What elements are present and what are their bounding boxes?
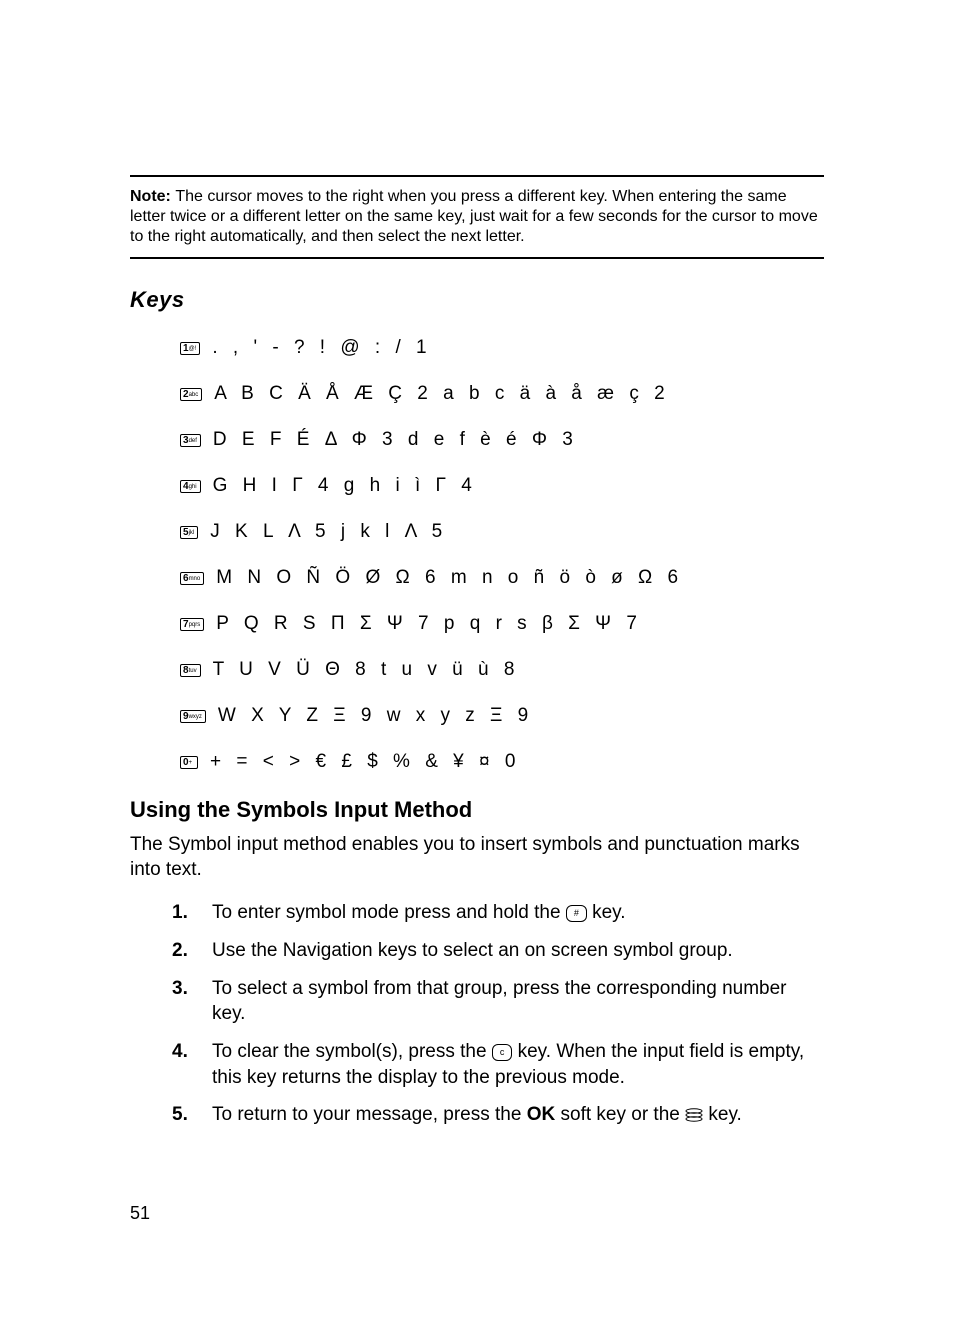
key-characters: . , ' - ? ! @ : / 1	[212, 337, 431, 359]
step-text: key.	[587, 902, 626, 923]
symbols-intro: The Symbol input method enables you to i…	[130, 833, 824, 882]
step-5: To return to your message, press the OK …	[172, 1102, 824, 1130]
keycap-icon: 8tuv	[180, 664, 201, 677]
key-row: 7pqrs P Q R S Π Σ Ψ 7 p q r s β Σ Ψ 7	[180, 613, 824, 635]
keys-heading: Keys	[130, 287, 824, 313]
step-3: To select a symbol from that group, pres…	[172, 976, 824, 1027]
keycap-icon: 1@!	[180, 342, 200, 355]
key-characters: M N O Ñ Ö Ø Ω 6 m n o ñ ö ò ø Ω 6	[216, 567, 683, 589]
key-characters: J K L Λ 5 j k l Λ 5	[210, 521, 447, 543]
keycap-icon: 0+	[180, 756, 198, 769]
note-block: Note: The cursor moves to the right when…	[130, 175, 824, 259]
page-number: 51	[130, 1203, 150, 1224]
keys-list: 1@! . , ' - ? ! @ : / 1 2abc A B C Ä Å Æ Ç …	[180, 337, 824, 773]
key-row: 5jkl J K L Λ 5 j k l Λ 5	[180, 521, 824, 543]
symbols-heading: Using the Symbols Input Method	[130, 797, 824, 823]
key-characters: W X Y Z Ξ 9 w x y z Ξ 9	[218, 705, 533, 727]
step-text: To return to your message, press the	[212, 1104, 527, 1125]
step-2: Use the Navigation keys to select an on …	[172, 938, 824, 964]
keycap-icon: 5jkl	[180, 526, 198, 539]
key-row: 1@! . , ' - ? ! @ : / 1	[180, 337, 824, 359]
step-1: To enter symbol mode press and hold the …	[172, 900, 824, 926]
key-characters: D E F É Δ Φ 3 d e f è é Φ 3	[213, 429, 578, 451]
step-text: soft key or the	[555, 1104, 685, 1125]
note-content: Note: The cursor moves to the right when…	[130, 187, 824, 247]
key-row: 2abc A B C Ä Å Æ Ç 2 a b c ä à å æ ç 2	[180, 383, 824, 405]
key-row: 6mno M N O Ñ Ö Ø Ω 6 m n o ñ ö ò ø Ω 6	[180, 567, 824, 589]
note-text: The cursor moves to the right when you p…	[130, 188, 818, 245]
menu-key-icon	[685, 1104, 703, 1130]
keycap-icon: 4ghi	[180, 480, 201, 493]
step-text: Use the Navigation keys to select an on …	[212, 940, 733, 961]
ok-softkey-label: OK	[527, 1104, 556, 1125]
key-characters: G H I Γ 4 g h i ì Γ 4	[213, 475, 477, 497]
key-row: 0+ + = < > € £ $ % & ¥ ¤ 0	[180, 751, 824, 773]
steps-list: To enter symbol mode press and hold the …	[172, 900, 824, 1129]
key-row: 4ghi G H I Γ 4 g h i ì Γ 4	[180, 475, 824, 497]
key-characters: T U V Ü Θ 8 t u v ü ù 8	[213, 659, 520, 681]
keycap-icon: 9wxyz	[180, 710, 206, 723]
step-text: To select a symbol from that group, pres…	[212, 978, 787, 1025]
key-characters: A B C Ä Å Æ Ç 2 a b c ä à å æ ç 2	[214, 383, 669, 405]
key-row: 8tuv T U V Ü Θ 8 t u v ü ù 8	[180, 659, 824, 681]
key-characters: P Q R S Π Σ Ψ 7 p q r s β Σ Ψ 7	[216, 613, 642, 635]
keycap-icon: 7pqrs	[180, 618, 204, 631]
step-text: To enter symbol mode press and hold the	[212, 902, 566, 923]
note-label: Note:	[130, 188, 171, 205]
keycap-icon: 3def	[180, 434, 201, 447]
step-text: To clear the symbol(s), press the	[212, 1041, 492, 1062]
step-text: key.	[703, 1104, 742, 1125]
keycap-icon: 2abc	[180, 388, 202, 401]
key-characters: + = < > € £ $ % & ¥ ¤ 0	[210, 751, 520, 773]
pound-key-icon	[566, 905, 587, 922]
step-4: To clear the symbol(s), press the key. W…	[172, 1039, 824, 1090]
document-page: Note: The cursor moves to the right when…	[0, 0, 954, 1319]
clear-key-icon	[492, 1044, 513, 1061]
key-row: 3def D E F É Δ Φ 3 d e f è é Φ 3	[180, 429, 824, 451]
keycap-icon: 6mno	[180, 572, 204, 585]
key-row: 9wxyz W X Y Z Ξ 9 w x y z Ξ 9	[180, 705, 824, 727]
